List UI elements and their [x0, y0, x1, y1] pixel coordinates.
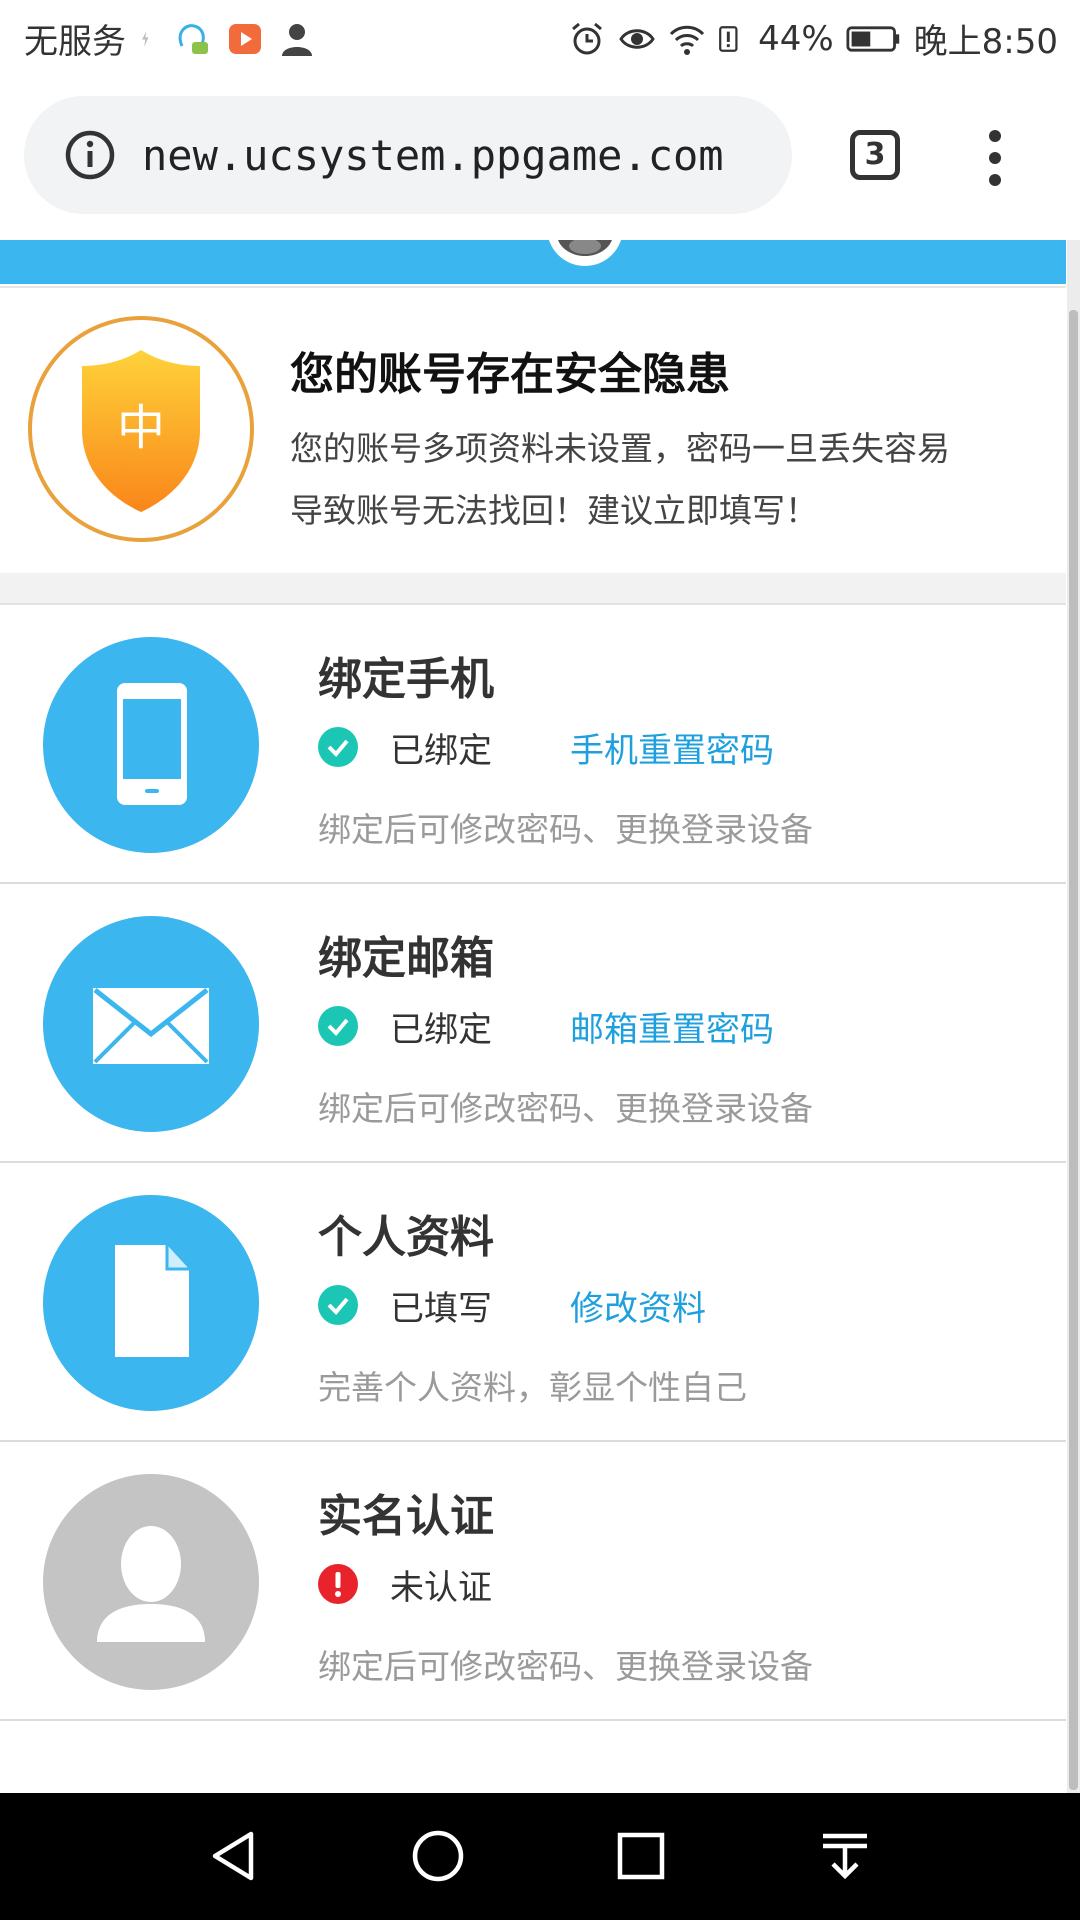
security-alert-card: 中 您的账号存在安全隐患 您的账号多项资料未设置，密码一旦丢失容易 导致账号无法… [0, 286, 1066, 575]
status-text: 已绑定 [390, 1009, 492, 1050]
recents-icon[interactable] [611, 1826, 671, 1886]
alert-desc-line-2: 导致账号无法找回！建议立即填写！ [290, 491, 818, 530]
phone-icon [43, 637, 259, 853]
avatar-peek-icon [548, 240, 622, 266]
security-level-badge: 中 [28, 316, 254, 542]
eye-comfort-icon [619, 28, 655, 49]
shield-level-text: 中 [117, 400, 165, 456]
check-icon [318, 1285, 358, 1325]
address-bar[interactable]: new.ucsystem.ppgame.com [24, 96, 792, 214]
overflow-menu-icon[interactable] [982, 130, 1008, 186]
browser-toolbar: new.ucsystem.ppgame.com 3 [0, 74, 1080, 240]
edit-profile-link[interactable]: 修改资料 [570, 1281, 706, 1330]
item-title: 绑定邮箱 [318, 933, 494, 984]
header-banner [0, 240, 1066, 284]
clock-time: 晚上8:50 [913, 22, 1058, 62]
status-text: 已绑定 [390, 730, 492, 771]
check-icon [318, 727, 358, 767]
personal-profile-item[interactable]: 个人资料 已填写 修改资料 完善个人资料，彰显个性自己 [0, 1163, 1066, 1442]
item-title: 绑定手机 [318, 654, 494, 705]
item-description: 绑定后可修改密码、更换登录设备 [318, 1647, 813, 1686]
status-text: 已填写 [390, 1288, 492, 1329]
alert-desc-line-1: 您的账号多项资料未设置，密码一旦丢失容易 [290, 429, 950, 468]
real-name-verification-item[interactable]: 实名认证 未认证 绑定后可修改密码、更换登录设备 [0, 1442, 1066, 1721]
sim-alert-icon [719, 25, 738, 52]
item-title: 个人资料 [318, 1212, 494, 1263]
item-title: 实名认证 [318, 1491, 494, 1542]
phone-reset-password-link[interactable]: 手机重置密码 [570, 723, 774, 772]
tab-switcher-button[interactable]: 3 [850, 130, 900, 180]
item-description: 完善个人资料，彰显个性自己 [318, 1368, 747, 1407]
wifi-icon [670, 25, 705, 55]
battery-percent: 44% [758, 18, 834, 59]
item-description: 绑定后可修改密码、更换登录设备 [318, 1089, 813, 1128]
video-app-icon [229, 23, 261, 54]
charging-bolt-icon [142, 30, 149, 47]
notification-pulldown-icon[interactable] [815, 1826, 875, 1886]
envelope-icon [43, 916, 259, 1132]
email-reset-password-link[interactable]: 邮箱重置密码 [570, 1002, 774, 1051]
info-icon[interactable] [64, 129, 116, 181]
alert-title: 您的账号存在安全隐患 [290, 349, 730, 400]
web-content: 中 您的账号存在安全隐患 您的账号多项资料未设置，密码一旦丢失容易 导致账号无法… [0, 240, 1066, 1793]
item-description: 绑定后可修改密码、更换登录设备 [318, 810, 813, 849]
bind-phone-item[interactable]: 绑定手机 已绑定 手机重置密码 绑定后可修改密码、更换登录设备 [0, 605, 1066, 884]
alert-description: 您的账号多项资料未设置，密码一旦丢失容易 导致账号无法找回！建议立即填写！ [290, 418, 1030, 542]
carrier-label: 无服务 [24, 22, 126, 62]
user-notification-icon [282, 23, 312, 56]
scrollbar[interactable] [1067, 240, 1080, 1793]
section-divider [0, 573, 1066, 605]
scrollbar-thumb[interactable] [1069, 310, 1078, 1790]
bind-email-item[interactable]: 绑定邮箱 已绑定 邮箱重置密码 绑定后可修改密码、更换登录设备 [0, 884, 1066, 1163]
user-silhouette-icon [43, 1474, 259, 1690]
document-icon [43, 1195, 259, 1411]
check-icon [318, 1006, 358, 1046]
chat-app-icon [178, 23, 208, 54]
shield-icon: 中 [82, 350, 200, 512]
warning-icon [318, 1564, 358, 1604]
status-text: 未认证 [390, 1567, 492, 1608]
url-text[interactable]: new.ucsystem.ppgame.com [142, 131, 724, 180]
back-icon[interactable] [205, 1826, 265, 1886]
status-bar: 无服务 44% 晚上8:50 [0, 0, 1080, 74]
system-navigation-bar [0, 1793, 1080, 1920]
home-icon[interactable] [408, 1826, 468, 1886]
alarm-icon [572, 22, 603, 54]
battery-icon [846, 25, 899, 52]
